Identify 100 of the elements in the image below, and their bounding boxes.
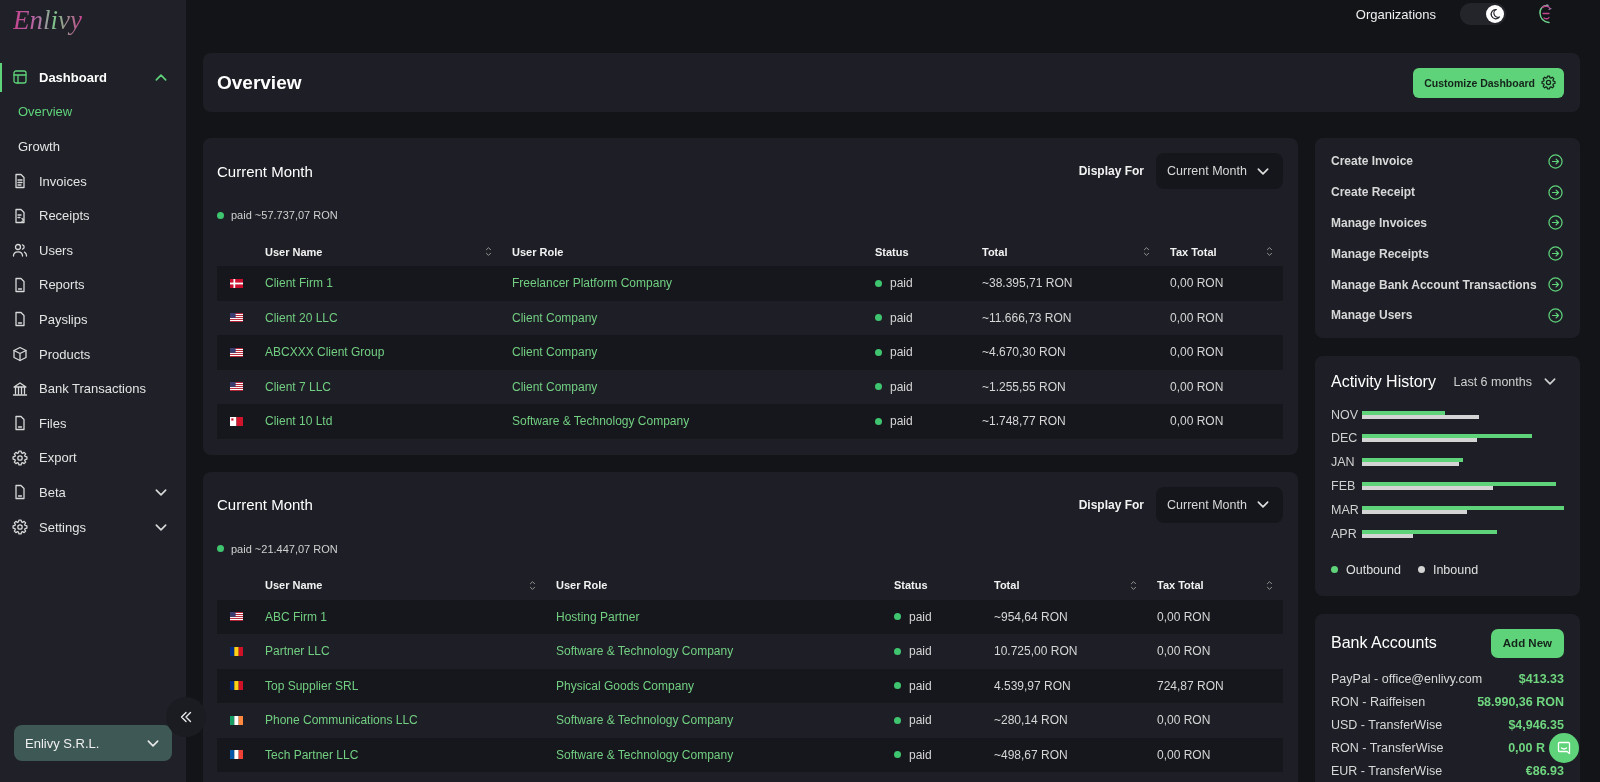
- column-header: User Role: [512, 245, 564, 258]
- card-title: Activity History: [1331, 372, 1436, 391]
- theme-toggle[interactable]: [1460, 3, 1506, 25]
- legend-label: Outbound: [1346, 562, 1401, 577]
- display-for-dropdown[interactable]: Current Month: [1156, 153, 1283, 189]
- user-name-link[interactable]: Client Firm 1: [265, 276, 333, 291]
- sort-icon[interactable]: [529, 578, 536, 592]
- user-role-link[interactable]: Hosting Partner: [556, 609, 640, 624]
- column-header: Total: [994, 579, 1020, 591]
- month-label: JAN: [1331, 455, 1356, 470]
- sidebar-item[interactable]: Export: [0, 440, 83, 476]
- user-name-link[interactable]: ABC Firm 1: [265, 609, 327, 624]
- user-role-link[interactable]: Physical Goods Company: [556, 678, 695, 693]
- total-amount: ~4.670,30 RON: [982, 345, 1066, 360]
- sort-icon[interactable]: [1130, 578, 1137, 592]
- quick-link[interactable]: Create Receipt: [1331, 176, 1563, 208]
- account-name: PayPal - office@enlivy.com: [1331, 672, 1483, 687]
- user-role-link[interactable]: Software & Technology Company: [556, 644, 734, 659]
- column-header: Tax Total: [1157, 579, 1204, 591]
- user-name-link[interactable]: Client 10 Ltd: [265, 414, 333, 429]
- sidebar-item[interactable]: Reports: [0, 267, 91, 303]
- sidebar-item[interactable]: Invoices: [0, 163, 93, 199]
- sidebar-item[interactable]: Products: [0, 336, 97, 372]
- total-amount: ~1.255,55 RON: [982, 379, 1066, 394]
- sort-icon[interactable]: [1266, 245, 1273, 258]
- sidebar-item[interactable]: Receipts: [0, 198, 96, 233]
- month-label: MAR: [1331, 502, 1360, 517]
- user-name-link[interactable]: Client 20 LLC: [265, 310, 338, 325]
- tax-total-amount: 0,00 RON: [1157, 713, 1211, 728]
- flag-icon: [230, 646, 243, 656]
- add-new-button[interactable]: Add New: [1490, 628, 1564, 658]
- customize-dashboard-button[interactable]: Customize Dashboard: [1413, 67, 1564, 98]
- page-title: Overview: [217, 71, 302, 94]
- column-header: Tax Total: [1170, 245, 1217, 258]
- period-dropdown[interactable]: Last 6 months: [1453, 374, 1556, 389]
- sidebar-item[interactable]: Payslips: [0, 302, 94, 337]
- organizations-link[interactable]: Organizations: [1355, 6, 1436, 22]
- user-role-link[interactable]: Freelancer Platform Company: [512, 276, 673, 291]
- column-header: User Name: [265, 245, 323, 258]
- quick-link[interactable]: Manage Bank Account Transactions: [1331, 269, 1563, 300]
- quick-link[interactable]: Create Invoice: [1331, 146, 1563, 177]
- user-role-link[interactable]: Client Company: [512, 345, 598, 360]
- document-icon: [12, 276, 28, 293]
- document-icon: [12, 207, 28, 224]
- sidebar-item[interactable]: Files: [0, 405, 73, 441]
- user-name-link[interactable]: Tech Partner LLC: [265, 747, 359, 762]
- inbound-bar: [1362, 533, 1413, 538]
- total-amount: ~38.395,71 RON: [982, 276, 1073, 291]
- account-name: USD - TransferWise: [1331, 718, 1443, 733]
- chevron-down-icon: [1257, 501, 1269, 508]
- arrow-right-circle-icon: [1548, 277, 1563, 293]
- user-name-link[interactable]: Partner LLC: [265, 644, 330, 659]
- flag-icon: [230, 313, 243, 323]
- status-dot-icon: [894, 716, 901, 724]
- chevron-down-icon: [147, 739, 159, 747]
- display-for-dropdown[interactable]: Current Month: [1156, 486, 1283, 523]
- sort-icon[interactable]: [1143, 245, 1150, 258]
- quick-link[interactable]: Manage Invoices: [1331, 207, 1563, 239]
- chevron-down-icon: [1257, 167, 1269, 175]
- sidebar-subitem[interactable]: Growth: [0, 129, 66, 164]
- user-role-link[interactable]: Client Company: [512, 379, 598, 394]
- account-balance: 0,00 R: [1508, 741, 1545, 756]
- user-role-link[interactable]: Software & Technology Company: [556, 713, 734, 728]
- sort-icon[interactable]: [1266, 578, 1273, 592]
- account-balance: $4,946.35: [1508, 718, 1564, 733]
- sidebar-subitem[interactable]: Overview: [0, 94, 79, 130]
- sidebar-item[interactable]: Settings: [0, 509, 186, 545]
- card-title: Bank Accounts: [1331, 634, 1437, 653]
- card-title: Current Month: [217, 496, 313, 513]
- user-name-link[interactable]: Client 7 LLC: [265, 379, 332, 394]
- user-name-link[interactable]: Phone Communications LLC: [265, 713, 418, 728]
- status-dot-icon: [217, 545, 224, 552]
- status-dot-icon: [894, 647, 901, 655]
- arrow-right-circle-icon: [1548, 215, 1563, 231]
- month-label: DEC: [1331, 431, 1359, 446]
- user-role-link[interactable]: Software & Technology Company: [556, 747, 734, 762]
- cube-icon: [12, 346, 28, 363]
- month-label: NOV: [1331, 407, 1360, 422]
- user-name-link[interactable]: Top Supplier SRL: [265, 678, 359, 693]
- month-label: FEB: [1331, 479, 1357, 494]
- total-amount: ~280,14 RON: [994, 713, 1068, 728]
- column-header: Status: [894, 579, 928, 591]
- display-for-label: Display For: [1078, 164, 1144, 178]
- sidebar-item[interactable]: Dashboard: [0, 60, 186, 95]
- sidebar-item[interactable]: Bank Transactions: [0, 371, 152, 406]
- organization-selector[interactable]: Enlivy S.R.L.: [14, 725, 172, 761]
- account-balance: $413.33: [1518, 672, 1564, 687]
- user-name-link[interactable]: ABCXXX Client Group: [265, 345, 385, 360]
- user-role-link[interactable]: Client Company: [512, 310, 598, 325]
- user-role-link[interactable]: Software & Technology Company: [512, 414, 690, 429]
- double-chevron-left-icon: [180, 711, 192, 723]
- gear-icon: [12, 519, 28, 535]
- quick-link[interactable]: Manage Users: [1331, 300, 1563, 331]
- quick-link[interactable]: Manage Receipts: [1331, 238, 1563, 270]
- status-dot-icon: [875, 383, 882, 391]
- month-label: APR: [1331, 526, 1358, 541]
- status-dot-icon: [894, 613, 901, 621]
- sidebar-item[interactable]: Users: [0, 232, 79, 268]
- sidebar-item[interactable]: Beta: [0, 475, 186, 510]
- sort-icon[interactable]: [485, 245, 492, 258]
